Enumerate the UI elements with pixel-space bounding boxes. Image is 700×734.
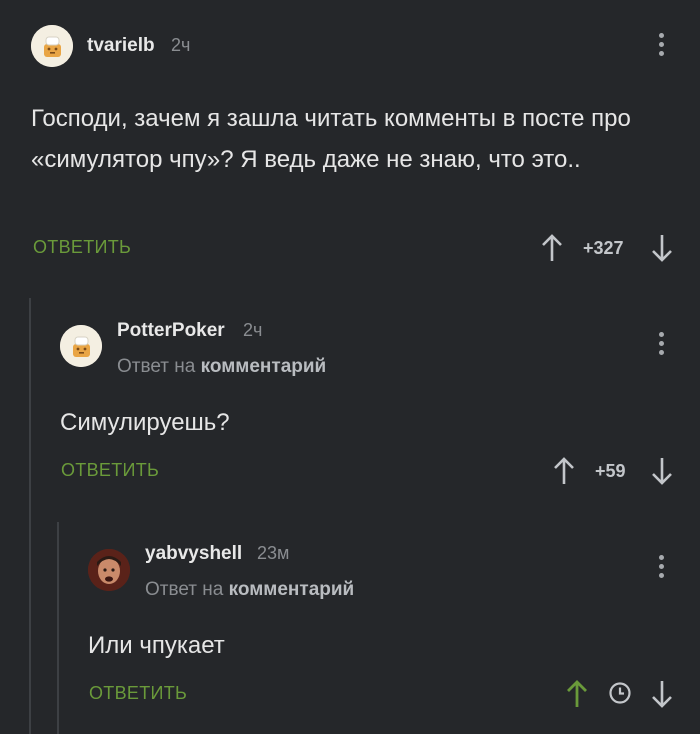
author-name[interactable]: tvarielb bbox=[87, 35, 155, 57]
avatar-default-icon[interactable] bbox=[31, 25, 73, 67]
comment-score: +59 bbox=[595, 461, 626, 481]
more-options-icon[interactable] bbox=[656, 555, 666, 581]
comment-time: 2ч bbox=[171, 35, 191, 55]
thread-line-level-2 bbox=[57, 522, 59, 734]
more-options-icon[interactable] bbox=[656, 332, 666, 358]
reply-to-comment-link[interactable]: комментарий bbox=[229, 579, 355, 600]
thread-line-level-1 bbox=[29, 298, 31, 734]
downvote-arrow-icon[interactable] bbox=[651, 456, 673, 486]
author-name[interactable]: yabvyshell bbox=[145, 543, 242, 565]
reply-button[interactable]: ОТВЕТИТЬ bbox=[89, 683, 187, 704]
comment-text: Господи, зачем я зашла читать комменты в… bbox=[31, 105, 631, 173]
comment-time: 2ч bbox=[243, 320, 263, 340]
upvote-arrow-icon[interactable] bbox=[566, 679, 588, 709]
more-options-icon[interactable] bbox=[656, 33, 666, 59]
comment-score: +327 bbox=[583, 238, 624, 258]
clock-icon bbox=[609, 682, 631, 704]
reply-to-line: Ответ на комментарий bbox=[145, 579, 354, 601]
comment-text: Симулируешь? bbox=[60, 409, 230, 436]
downvote-arrow-icon[interactable] bbox=[651, 679, 673, 709]
upvote-arrow-icon[interactable] bbox=[541, 233, 563, 263]
upvote-arrow-icon[interactable] bbox=[553, 456, 575, 486]
downvote-arrow-icon[interactable] bbox=[651, 233, 673, 263]
reply-to-line: Ответ на комментарий bbox=[117, 356, 326, 378]
avatar-photo[interactable] bbox=[88, 549, 130, 591]
reply-button[interactable]: ОТВЕТИТЬ bbox=[61, 460, 159, 481]
author-name[interactable]: PotterPoker bbox=[117, 320, 225, 342]
comment-time: 23м bbox=[257, 543, 290, 563]
avatar-default-icon[interactable] bbox=[60, 325, 102, 367]
comment-text: Или чпукает bbox=[88, 632, 225, 659]
reply-to-comment-link[interactable]: комментарий bbox=[201, 356, 327, 377]
reply-to-prefix: Ответ на bbox=[117, 356, 196, 377]
reply-to-prefix: Ответ на bbox=[145, 579, 224, 600]
reply-button[interactable]: ОТВЕТИТЬ bbox=[33, 237, 131, 258]
